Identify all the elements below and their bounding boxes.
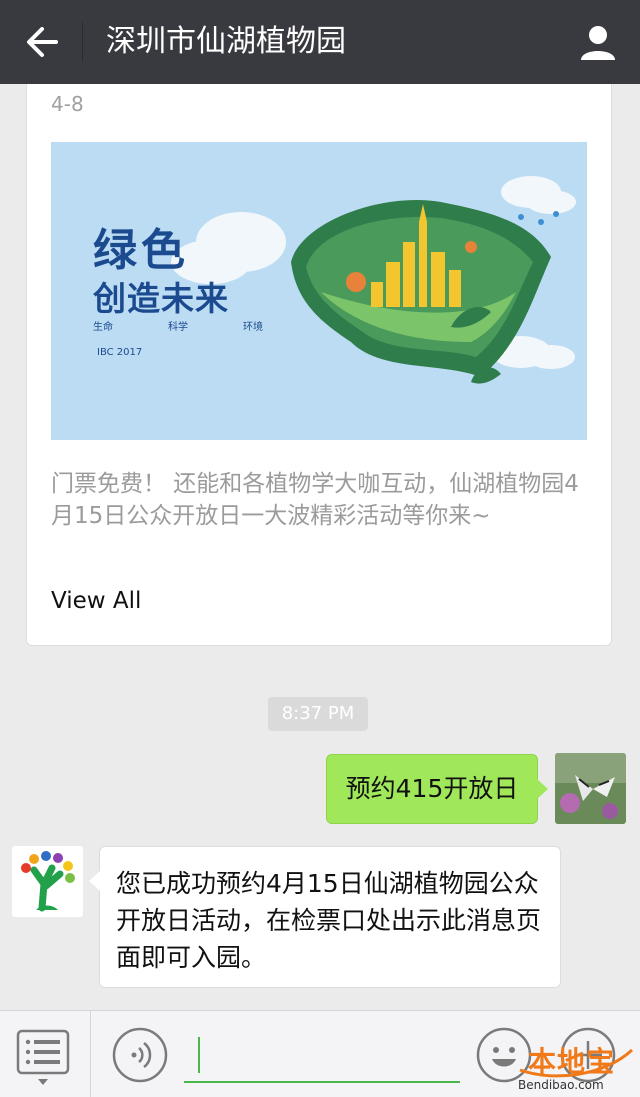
watermark-url: Bendibao.com — [518, 1078, 604, 1092]
outgoing-message-bubble[interactable]: 预约415开放日 — [326, 754, 548, 824]
banner-sub-label: 生命 — [93, 322, 113, 333]
official-account-avatar[interactable] — [12, 846, 83, 917]
banner-sub-label: 科学 — [168, 322, 188, 333]
person-icon[interactable] — [578, 22, 618, 62]
banner-slogan-line1: 绿色 — [93, 225, 189, 276]
butterfly-photo-icon — [555, 753, 626, 824]
watermark: 本地宝 Bendibao.com — [514, 1030, 638, 1094]
banner-logo-text: IBC 2017 — [97, 347, 143, 358]
view-all-link[interactable]: View All — [51, 588, 141, 614]
bar-divider — [90, 1011, 91, 1097]
banner-sub-label: 环境 — [243, 322, 263, 333]
voice-icon[interactable] — [112, 1027, 168, 1083]
header-divider — [82, 22, 83, 62]
article-date: 4-8 — [51, 92, 84, 116]
banner-sub-labels: 生命 科学 环境 — [93, 318, 263, 333]
article-banner-image[interactable]: 绿色 创造未来 生命 科学 环境 IBC 2017 — [51, 142, 587, 440]
article-summary: 门票免费！ 还能和各植物学大咖互动，仙湖植物园4月15日公众开放日一大波精彩活动… — [51, 471, 579, 529]
banner-slogan-line2: 创造未来 — [93, 279, 229, 318]
text-caret — [198, 1037, 200, 1073]
article-card[interactable]: 4-8 绿色 创造未来 生命 科学 环境 IBC 2017 门票免费！ 还能和各… — [26, 84, 612, 646]
menu-list-icon[interactable] — [16, 1029, 70, 1087]
page-title: 深圳市仙湖植物园 — [106, 24, 346, 59]
top-bar: 深圳市仙湖植物园 — [0, 0, 640, 84]
incoming-message-bubble[interactable]: 您已成功预约4月15日仙湖植物园公众开放日活动，在检票口处出示此消息页面即可入园… — [89, 846, 561, 988]
back-arrow-icon[interactable] — [22, 22, 62, 62]
garden-logo-icon — [12, 846, 83, 917]
user-avatar[interactable] — [555, 753, 626, 824]
watermark-text: 本地宝 — [528, 1045, 616, 1078]
chat-timestamp: 8:37 PM — [268, 697, 368, 731]
message-input[interactable] — [184, 1037, 460, 1083]
